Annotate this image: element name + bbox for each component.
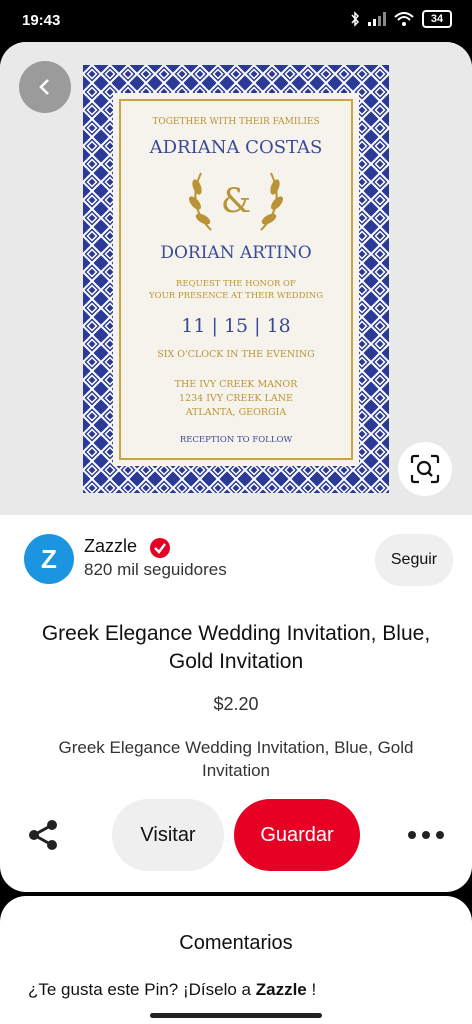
comments-prompt-creator: Zazzle	[255, 980, 307, 999]
invite-venue-2: 1234 IVY CREEK LANE	[179, 393, 293, 404]
status-bar: 19:43 34	[0, 0, 472, 42]
status-icons: 34	[350, 10, 452, 28]
invite-name-1: ADRIANA COSTAS	[149, 137, 323, 158]
invitation-card: TOGETHER WITH THEIR FAMILIES ADRIANA COS…	[113, 93, 359, 466]
comments-prompt-suffix: !	[306, 980, 317, 999]
visual-search-button[interactable]	[398, 442, 452, 496]
creator-name[interactable]: Zazzle	[84, 536, 137, 557]
creator-avatar[interactable]: Z	[24, 534, 74, 584]
comments-title: Comentarios	[179, 932, 293, 954]
status-time: 19:43	[22, 12, 61, 29]
save-button[interactable]: Guardar	[234, 799, 360, 871]
invite-line: TOGETHER WITH THEIR FAMILIES	[152, 117, 320, 127]
invite-request-2: YOUR PRESENCE AT THEIR WEDDING	[149, 291, 323, 301]
pin-image[interactable]: TOGETHER WITH THEIR FAMILIES ADRIANA COS…	[83, 65, 389, 493]
share-icon[interactable]	[26, 818, 60, 852]
bluetooth-icon	[351, 11, 360, 27]
invite-time: SIX O'CLOCK IN THE EVENING	[157, 349, 315, 360]
back-button[interactable]	[19, 61, 71, 113]
creator-row: Z Zazzle 820 mil seguidores Seguir	[24, 534, 453, 594]
pin-sheet: TOGETHER WITH THEIR FAMILIES ADRIANA COS…	[0, 42, 472, 892]
comments-prompt-prefix: ¿Te gusta este Pin? ¡Díselo a	[28, 980, 256, 999]
visit-button[interactable]: Visitar	[112, 799, 224, 871]
more-options-icon[interactable]	[408, 826, 444, 844]
invite-name-2: DORIAN ARTINO	[160, 243, 312, 263]
pin-description: Greek Elegance Wedding Invitation, Blue,…	[58, 738, 414, 780]
pin-title: Greek Elegance Wedding Invitation, Blue,…	[41, 622, 431, 673]
chevron-left-icon	[39, 79, 49, 95]
creator-followers: 820 mil seguidores	[84, 560, 227, 579]
home-indicator[interactable]	[150, 1013, 322, 1018]
follow-button[interactable]: Seguir	[375, 534, 453, 586]
invite-reception: RECEPTION TO FOLLOW	[179, 435, 293, 445]
wifi-icon	[394, 12, 414, 26]
verified-icon	[150, 538, 170, 558]
invite-venue-1: THE IVY CREEK MANOR	[174, 379, 298, 390]
comments-panel: Comentarios ¿Te gusta este Pin? ¡Díselo …	[0, 896, 472, 1024]
battery-icon: 34	[422, 10, 452, 28]
invite-request-1: REQUEST THE HONOR OF	[176, 279, 296, 289]
invite-date: 11 | 15 | 18	[181, 315, 291, 337]
invite-venue-3: ATLANTA, GEORGIA	[185, 407, 287, 418]
comments-prompt[interactable]: ¿Te gusta este Pin? ¡Díselo a Zazzle !	[28, 980, 316, 1000]
invite-ampersand: &	[220, 181, 252, 221]
signal-icon	[368, 12, 386, 26]
pin-image-area: TOGETHER WITH THEIR FAMILIES ADRIANA COS…	[0, 42, 472, 515]
pin-price: $2.20	[213, 694, 259, 714]
visual-search-icon	[410, 454, 440, 484]
